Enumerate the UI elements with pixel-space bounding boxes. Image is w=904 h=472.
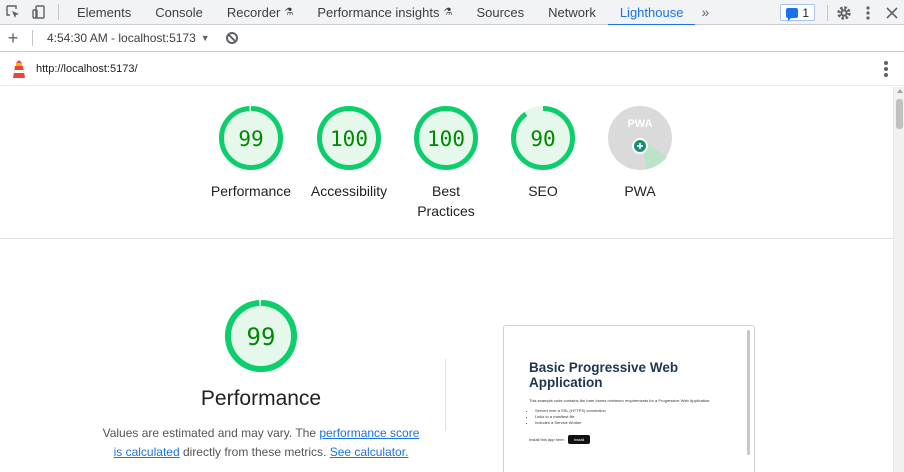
devtools-right-tools: 1: [780, 0, 904, 25]
tab-elements[interactable]: Elements: [65, 0, 143, 25]
scrollbar-thumb[interactable]: [896, 99, 903, 129]
inspect-element-icon[interactable]: [0, 0, 26, 25]
screenshot-install-button: Install: [567, 435, 591, 444]
performance-title: Performance: [200, 387, 322, 410]
clear-reports-icon[interactable]: [225, 32, 238, 44]
gauge-accessibility-label: Accessibility: [310, 183, 388, 199]
list-item: Includes a Service Worker: [535, 420, 606, 426]
screenshot-intro: This example code contains the bare bone…: [529, 398, 711, 403]
gauge-best-practices-score: 100: [427, 127, 465, 151]
gauge-pwa[interactable]: PWA PWA: [590, 105, 690, 201]
section-divider: [445, 359, 446, 431]
gauge-seo[interactable]: 90 SEO: [493, 105, 593, 201]
chevron-down-icon: ▼: [200, 33, 210, 43]
new-report-plus-icon[interactable]: +: [0, 25, 26, 52]
scroll-up-arrow-icon[interactable]: [897, 89, 903, 93]
close-devtools-icon[interactable]: [880, 0, 904, 25]
performance-section: 99 Performance Values are estimated and …: [0, 240, 893, 472]
tab-lighthouse[interactable]: Lighthouse: [607, 0, 696, 26]
settings-gear-icon[interactable]: [832, 0, 856, 25]
devtools-tab-strip: Elements Console Recorder ⚗ Performance i…: [0, 0, 904, 26]
pwa-badge-icon: PWA: [608, 106, 672, 170]
performance-big-gauge: 99: [225, 300, 297, 372]
gauge-accessibility-ring: 100: [317, 106, 381, 170]
performance-description: Values are estimated and may vary. The p…: [102, 426, 420, 459]
gauge-accessibility[interactable]: 100 Accessibility: [299, 105, 399, 201]
see-calculator-link[interactable]: See calculator.: [330, 445, 409, 459]
device-toolbar-icon[interactable]: [26, 0, 52, 25]
experimental-flask-icon: ⚗: [284, 6, 294, 18]
screenshot-install-row: Install this app here: Install: [529, 435, 591, 444]
gauge-best-practices[interactable]: 100 Best Practices: [396, 105, 496, 221]
tab-performance-insights[interactable]: Performance insights ⚗: [305, 0, 464, 25]
lighthouse-logo-icon: [10, 59, 28, 79]
report-selector[interactable]: 4:54:30 AM - localhost:5173 ▼: [47, 31, 210, 45]
toolbar-separator: [58, 4, 59, 20]
report-tools-menu-icon[interactable]: [884, 61, 888, 77]
gauge-accessibility-score: 100: [330, 127, 368, 151]
toolbar-separator: [827, 4, 828, 21]
report-content: 99 Performance 100 Accessibility 100 Bes…: [0, 87, 893, 472]
screenshot-list: Served over a SSL (HTTPS) connection Lin…: [535, 408, 606, 426]
tab-network[interactable]: Network: [536, 0, 608, 25]
report-selector-label: 4:54:30 AM - localhost:5173: [47, 31, 196, 45]
score-gauges: 99 Performance 100 Accessibility 100 Bes…: [0, 87, 893, 239]
issues-counter-button[interactable]: 1: [780, 4, 815, 21]
gauge-seo-ring: 90: [511, 106, 575, 170]
gauge-seo-label: SEO: [528, 183, 558, 199]
gauge-performance-label: Performance: [210, 183, 292, 199]
report-url-bar: http://localhost:5173/: [0, 52, 904, 86]
experimental-flask-icon: ⚗: [443, 6, 453, 18]
gauge-performance-ring: 99: [219, 106, 283, 170]
issues-chat-icon: [786, 7, 799, 21]
gauge-best-practices-label: Best Practices: [417, 183, 475, 219]
gauge-pwa-label: PWA: [624, 183, 656, 199]
final-screenshot-thumbnail[interactable]: Basic Progressive Web Application This e…: [503, 325, 755, 472]
report-url[interactable]: http://localhost:5173/: [36, 63, 138, 75]
performance-big-score: 99: [247, 323, 276, 351]
gauge-best-practices-ring: 100: [414, 106, 478, 170]
gauge-seo-score: 90: [530, 127, 555, 151]
pwa-badge-text: PWA: [627, 118, 652, 130]
lighthouse-toolbar: + 4:54:30 AM - localhost:5173 ▼: [0, 25, 904, 52]
customize-menu-icon[interactable]: [856, 0, 880, 25]
gauge-performance[interactable]: 99 Performance: [201, 105, 301, 201]
thumbnail-scrollbar: [747, 330, 750, 455]
tab-console[interactable]: Console: [143, 0, 215, 25]
tab-recorder[interactable]: Recorder ⚗: [215, 0, 305, 25]
report-scrollbar[interactable]: [893, 87, 904, 472]
screenshot-page-title: Basic Progressive Web Application: [529, 360, 679, 390]
more-tabs-button[interactable]: »: [695, 0, 715, 25]
toolbar-separator: [32, 30, 33, 46]
tab-sources[interactable]: Sources: [464, 0, 536, 25]
issues-count: 1: [802, 5, 809, 20]
gauge-performance-score: 99: [238, 127, 263, 151]
